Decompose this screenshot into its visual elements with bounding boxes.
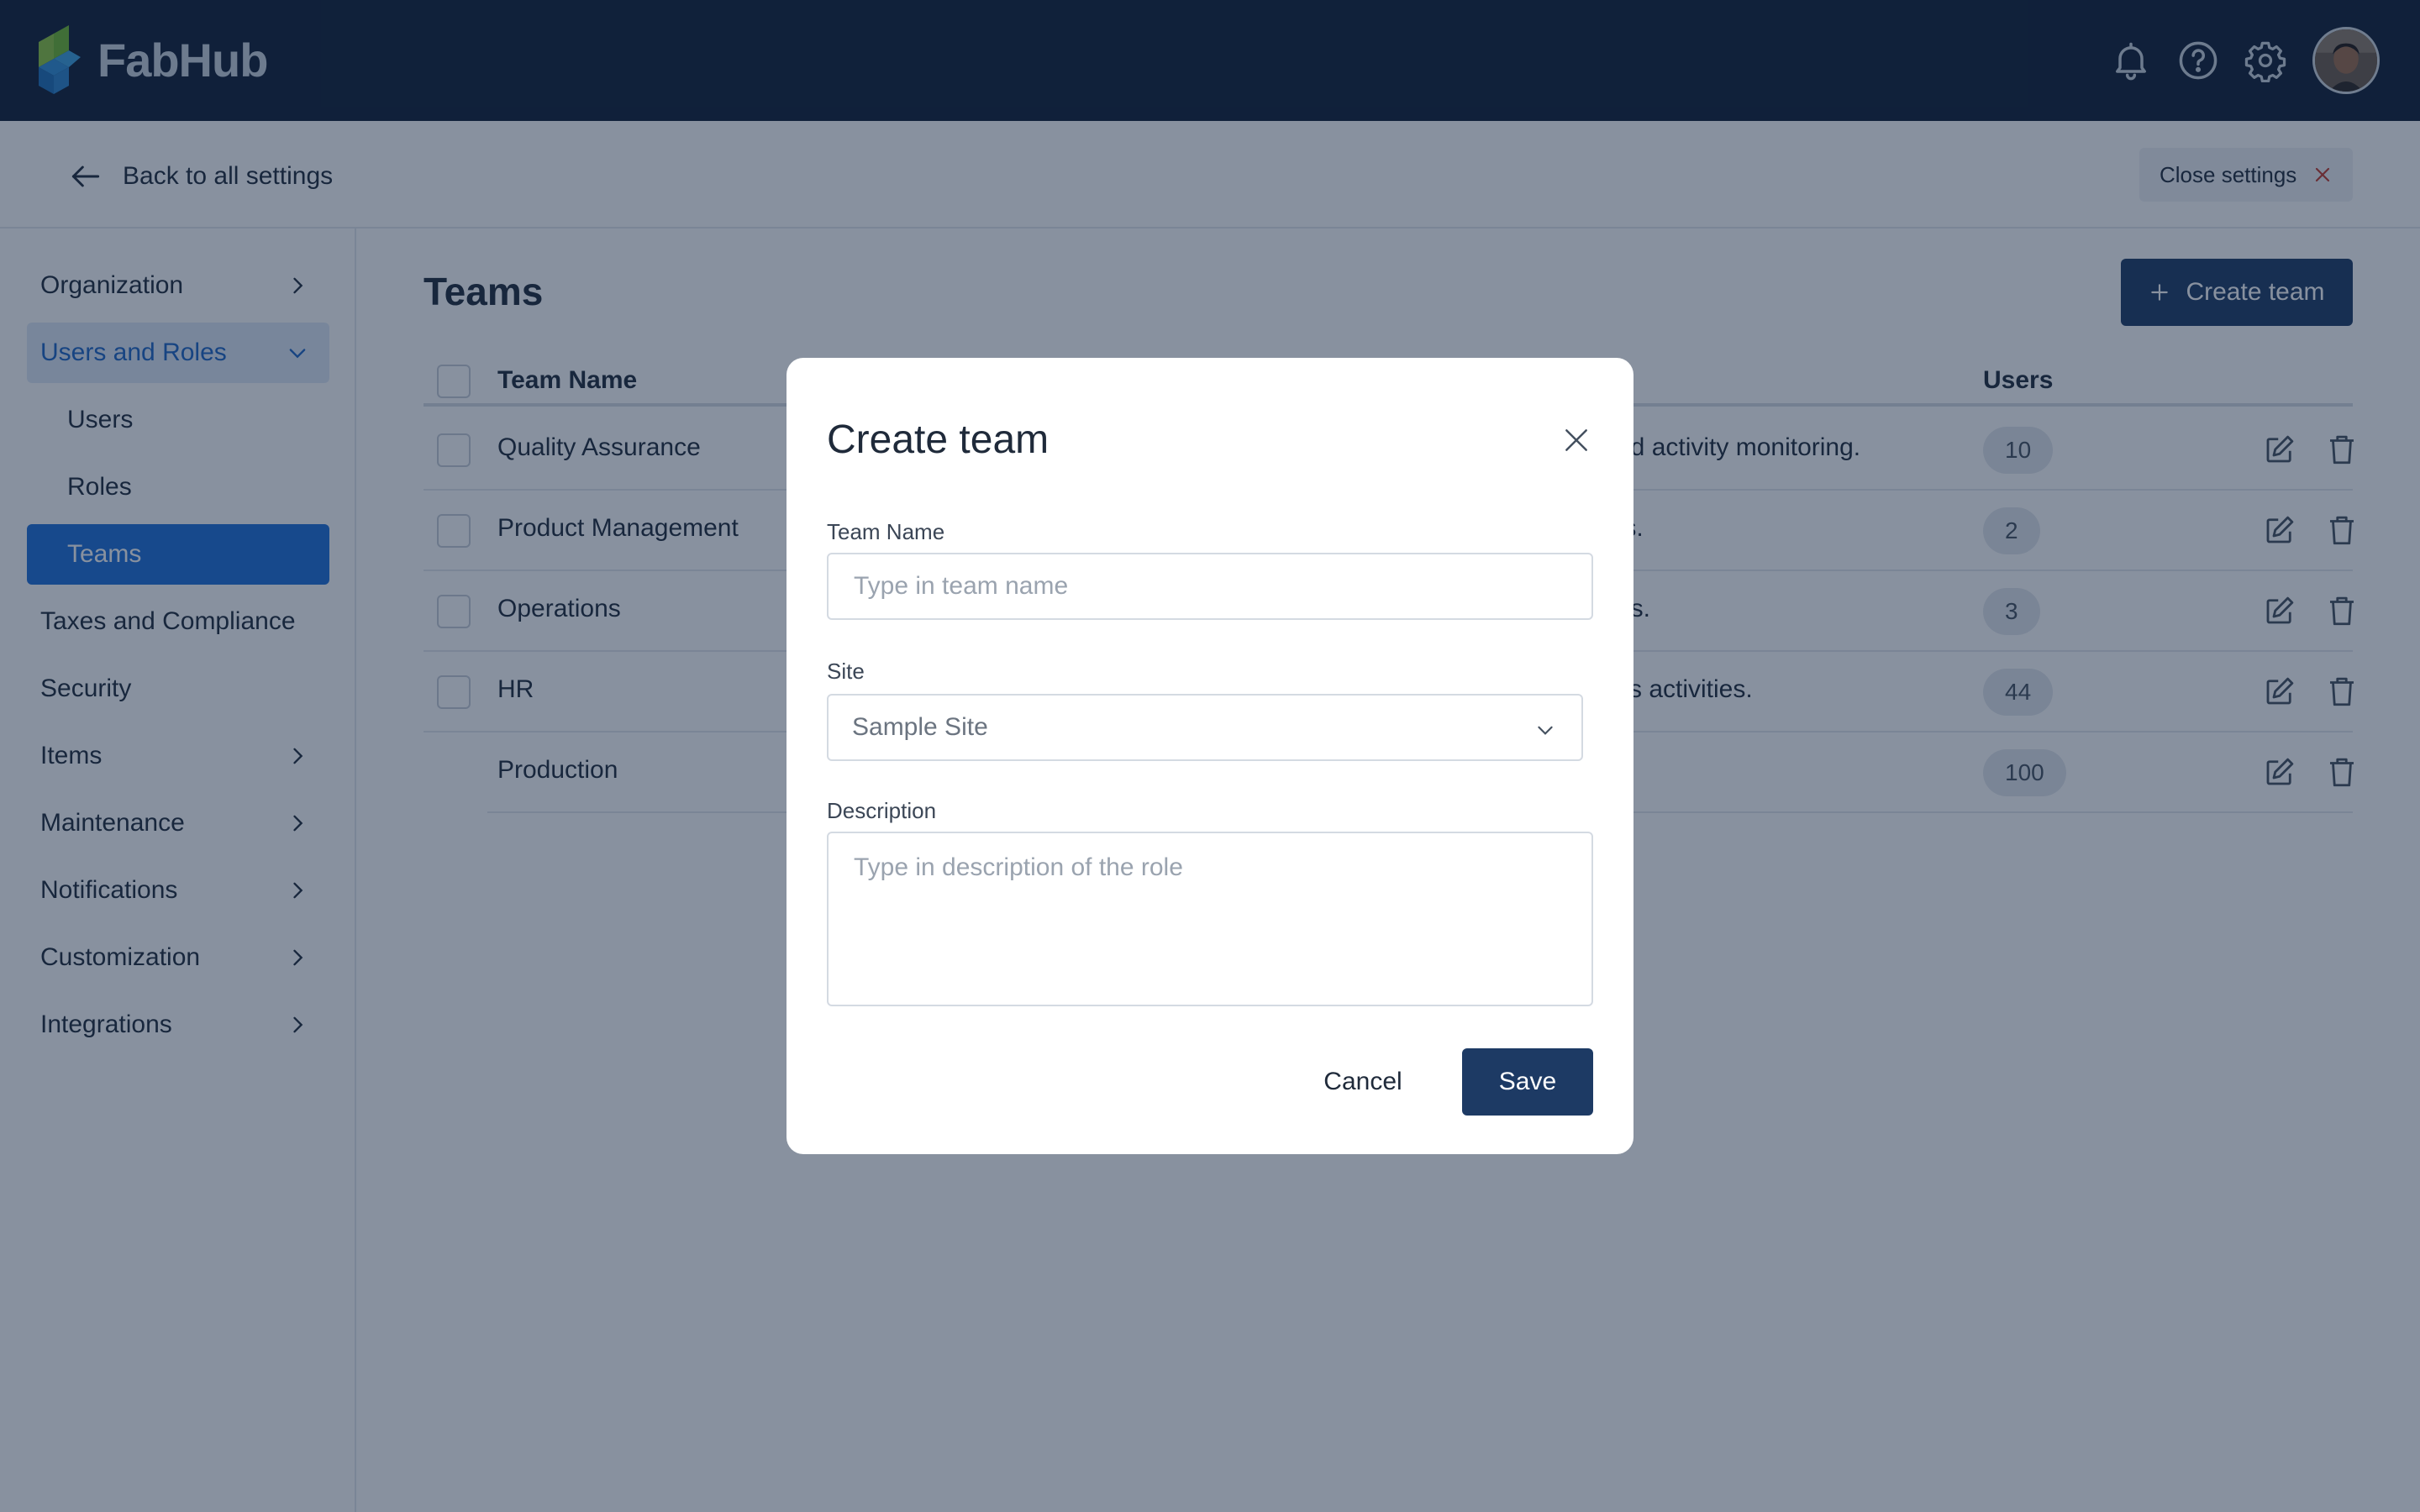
team-name-input[interactable] [827,553,1593,620]
site-select[interactable]: Sample Site [827,694,1583,761]
chevron-down-icon [1538,726,1553,735]
cancel-button[interactable]: Cancel [1294,1048,1432,1116]
description-textarea[interactable] [827,832,1593,1006]
save-button[interactable]: Save [1462,1048,1593,1116]
team-name-label: Team Name [827,519,945,544]
description-label: Description [827,798,937,823]
dialog-title: Create team [827,417,1050,462]
create-team-dialog: Create team Team Name Site Sample Site D… [786,358,1634,1154]
site-selected-value: Sample Site [852,713,988,741]
close-icon[interactable] [1560,423,1593,457]
site-label: Site [827,659,865,684]
